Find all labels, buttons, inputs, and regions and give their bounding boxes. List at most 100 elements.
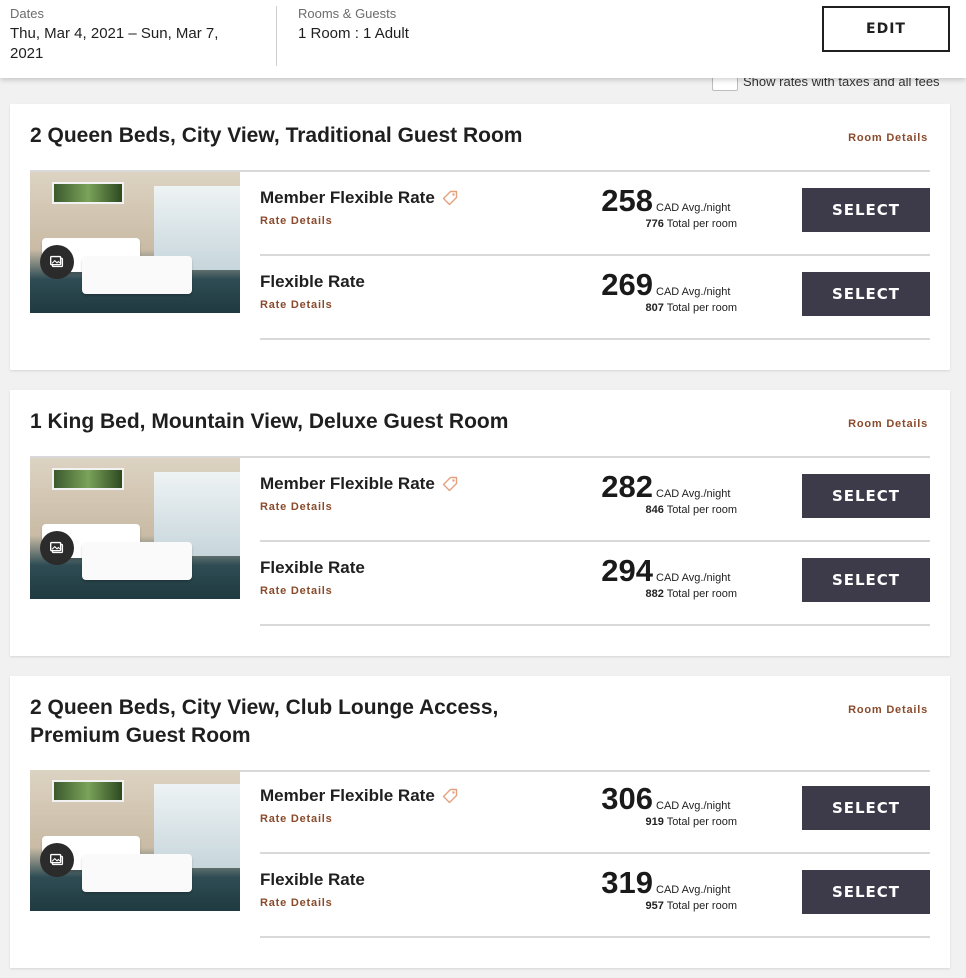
total-price: 776 — [645, 218, 664, 230]
room-photo[interactable] — [30, 770, 240, 911]
price-block: 282 CAD Avg./night 846 Total per room — [601, 470, 738, 517]
rate-details-link[interactable]: Rate Details — [260, 215, 333, 227]
price-unit: CAD Avg./night — [656, 488, 731, 500]
avg-nightly-price: 319 — [601, 865, 653, 900]
photo-artwork — [52, 182, 124, 204]
price-unit: CAD Avg./night — [656, 884, 731, 896]
rate-row: Flexible Rate Rate Details 319 CAD Avg./… — [260, 854, 930, 938]
room-title: 2 Queen Beds, City View, Traditional Gue… — [30, 124, 523, 147]
avg-nightly-price: 269 — [601, 267, 653, 302]
room-photo[interactable] — [30, 172, 240, 313]
rate-row: Member Flexible Rate Rate Details 258 CA… — [260, 172, 930, 256]
avg-price-line: 306 CAD Avg./night — [601, 782, 738, 816]
total-price-line: 776 Total per room — [601, 218, 738, 230]
rate-name-text: Flexible Rate — [260, 870, 365, 889]
total-label: Total per room — [666, 302, 737, 314]
rate-name: Member Flexible Rate — [260, 188, 459, 208]
rate-details-link[interactable]: Rate Details — [260, 299, 333, 311]
rooms-guests-summary: Rooms & Guests 1 Room : 1 Adult — [298, 6, 558, 44]
photo-artwork — [52, 780, 124, 802]
rate-name: Flexible Rate — [260, 558, 365, 578]
edit-button[interactable]: EDIT — [822, 6, 950, 52]
total-price-line: 919 Total per room — [601, 816, 738, 828]
total-label: Total per room — [666, 816, 737, 828]
select-rate-button[interactable]: SELECT — [802, 558, 930, 602]
avg-price-line: 319 CAD Avg./night — [601, 866, 738, 900]
total-price: 919 — [645, 816, 664, 828]
rate-row: Flexible Rate Rate Details 294 CAD Avg./… — [260, 542, 930, 626]
avg-price-line: 269 CAD Avg./night — [601, 268, 738, 302]
dates-value: Thu, Mar 4, 2021 – Sun, Mar 7, 2021 — [10, 25, 219, 62]
avg-price-line: 294 CAD Avg./night — [601, 554, 738, 588]
total-price: 957 — [645, 900, 664, 912]
dates-label: Dates — [10, 6, 44, 21]
price-unit: CAD Avg./night — [656, 286, 731, 298]
gallery-icon[interactable] — [40, 843, 74, 877]
select-rate-button[interactable]: SELECT — [802, 870, 930, 914]
rate-name: Member Flexible Rate — [260, 786, 459, 806]
rooms-guests-value: 1 Room : 1 Adult — [298, 25, 409, 42]
price-block: 319 CAD Avg./night 957 Total per room — [601, 866, 738, 913]
rate-name-text: Member Flexible Rate — [260, 188, 435, 207]
room-details-link[interactable]: Room Details — [848, 132, 928, 144]
rate-divider — [260, 936, 930, 938]
select-rate-button[interactable]: SELECT — [802, 188, 930, 232]
rate-name-text: Flexible Rate — [260, 272, 365, 291]
select-rate-button[interactable]: SELECT — [802, 272, 930, 316]
avg-nightly-price: 282 — [601, 469, 653, 504]
total-price-line: 807 Total per room — [601, 302, 738, 314]
rate-divider — [260, 624, 930, 626]
total-price: 846 — [645, 504, 664, 516]
member-tag-icon — [441, 787, 459, 805]
total-price-line: 846 Total per room — [601, 504, 738, 516]
room-card: 2 Queen Beds, City View, Club Lounge Acc… — [10, 676, 950, 968]
rooms-guests-label: Rooms & Guests — [298, 6, 397, 21]
select-rate-button[interactable]: SELECT — [802, 474, 930, 518]
photo-bed — [82, 256, 192, 294]
rate-details-link[interactable]: Rate Details — [260, 897, 333, 909]
price-block: 294 CAD Avg./night 882 Total per room — [601, 554, 738, 601]
room-details-link[interactable]: Room Details — [848, 704, 928, 716]
rate-details-link[interactable]: Rate Details — [260, 501, 333, 513]
room-title: 1 King Bed, Mountain View, Deluxe Guest … — [30, 410, 509, 433]
rate-name-text: Member Flexible Rate — [260, 786, 435, 805]
select-rate-button[interactable]: SELECT — [802, 786, 930, 830]
total-price-line: 957 Total per room — [601, 900, 738, 912]
gallery-icon[interactable] — [40, 245, 74, 279]
member-tag-icon — [441, 189, 459, 207]
price-block: 269 CAD Avg./night 807 Total per room — [601, 268, 738, 315]
rate-details-link[interactable]: Rate Details — [260, 813, 333, 825]
room-photo[interactable] — [30, 458, 240, 599]
price-unit: CAD Avg./night — [656, 572, 731, 584]
total-label: Total per room — [666, 588, 737, 600]
avg-price-line: 282 CAD Avg./night — [601, 470, 738, 504]
dates-summary: Dates Thu, Mar 4, 2021 – Sun, Mar 7, 202… — [10, 6, 250, 64]
total-label: Total per room — [666, 900, 737, 912]
room-details-link[interactable]: Room Details — [848, 418, 928, 430]
rate-row: Member Flexible Rate Rate Details 306 CA… — [260, 770, 930, 854]
rate-row: Flexible Rate Rate Details 269 CAD Avg./… — [260, 256, 930, 340]
rate-name: Flexible Rate — [260, 272, 365, 292]
rate-name-text: Flexible Rate — [260, 558, 365, 577]
price-unit: CAD Avg./night — [656, 800, 731, 812]
member-tag-icon — [441, 475, 459, 493]
rate-details-link[interactable]: Rate Details — [260, 585, 333, 597]
avg-price-line: 258 CAD Avg./night — [601, 184, 738, 218]
gallery-icon[interactable] — [40, 531, 74, 565]
total-price: 882 — [645, 588, 664, 600]
price-block: 258 CAD Avg./night 776 Total per room — [601, 184, 738, 231]
photo-artwork — [52, 468, 124, 490]
price-block: 306 CAD Avg./night 919 Total per room — [601, 782, 738, 829]
avg-nightly-price: 258 — [601, 183, 653, 218]
avg-nightly-price: 306 — [601, 781, 653, 816]
rate-name-text: Member Flexible Rate — [260, 474, 435, 493]
rate-name: Member Flexible Rate — [260, 474, 459, 494]
photo-bed — [82, 542, 192, 580]
total-price-line: 882 Total per room — [601, 588, 738, 600]
total-price: 807 — [645, 302, 664, 314]
price-unit: CAD Avg./night — [656, 202, 731, 214]
total-label: Total per room — [666, 504, 737, 516]
search-summary-header: Dates Thu, Mar 4, 2021 – Sun, Mar 7, 202… — [0, 0, 966, 78]
rate-row: Member Flexible Rate Rate Details 282 CA… — [260, 458, 930, 542]
total-label: Total per room — [666, 218, 737, 230]
